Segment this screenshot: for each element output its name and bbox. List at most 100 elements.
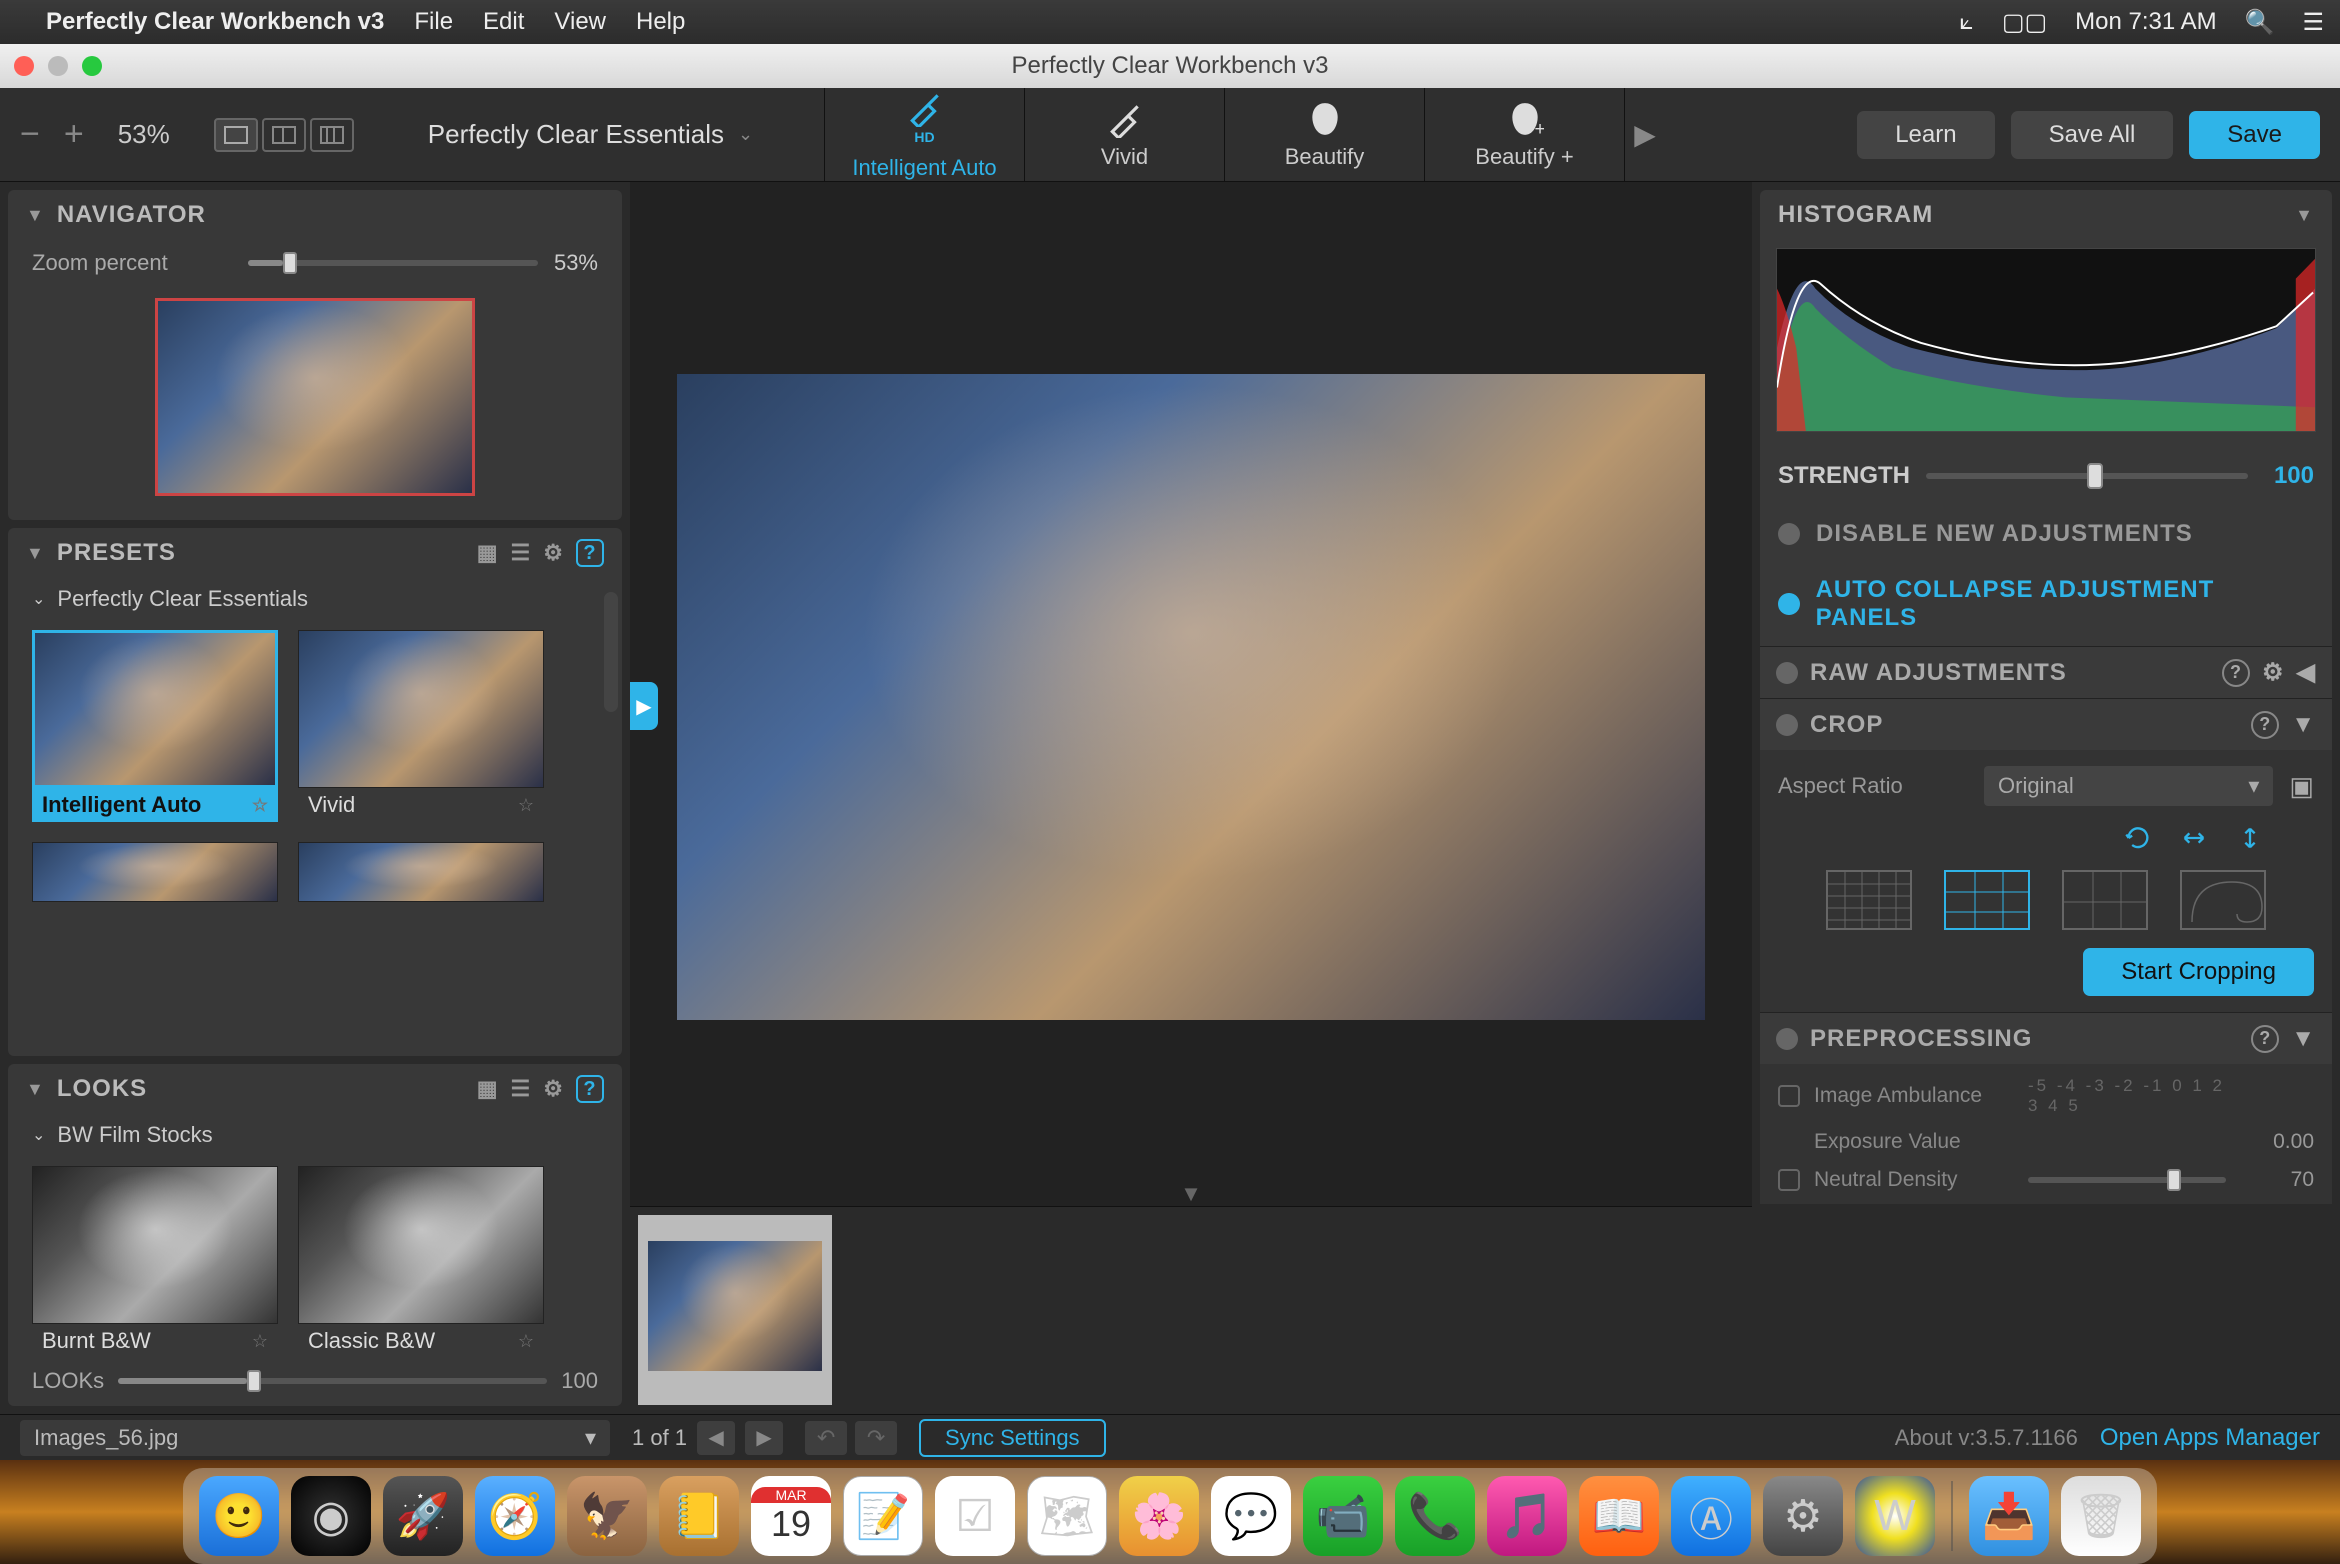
mirror-icon[interactable]: ⟀ [1959,8,1973,36]
aspect-ratio-select[interactable]: Original ▾ [1984,766,2273,806]
navigator-thumbnail[interactable] [155,298,475,496]
crop-lock-icon[interactable]: ▣ [2289,771,2314,802]
gear-icon[interactable]: ⚙ [2262,658,2285,687]
window-close-button[interactable] [14,56,34,76]
main-image-preview[interactable] [677,374,1705,1020]
disable-new-adjustments-toggle[interactable]: DISABLE NEW ADJUSTMENTS [1760,506,2332,562]
menu-view[interactable]: View [554,8,606,36]
looks-strength-slider[interactable] [118,1378,547,1384]
help-icon[interactable]: ? [576,1075,604,1103]
favorite-icon[interactable]: ☆ [252,1331,268,1352]
favorite-icon[interactable]: ☆ [518,795,534,816]
favorite-icon[interactable]: ☆ [252,795,268,816]
view-single-button[interactable] [214,118,258,152]
grid-view-icon[interactable]: ▦ [477,540,499,566]
zoom-out-button[interactable]: − [20,115,40,154]
dock-reminders-icon[interactable]: ☑ [935,1476,1015,1556]
window-minimize-button[interactable] [48,56,68,76]
flip-vertical-icon[interactable] [2236,824,2264,852]
help-icon[interactable]: ? [576,539,604,567]
dock-contacts-icon[interactable]: 📒 [659,1476,739,1556]
help-icon[interactable]: ? [2222,659,2250,687]
raw-adjustments-header[interactable]: RAW ADJUSTMENTS ? ⚙ ◀ [1760,646,2332,698]
window-maximize-button[interactable] [82,56,102,76]
spotlight-icon[interactable]: 🔍 [2245,8,2275,37]
undo-button[interactable]: ↶ [805,1421,847,1455]
collapse-icon[interactable]: ▼ [26,543,45,564]
filmstrip-thumbnail[interactable] [638,1215,832,1405]
dock-appstore-icon[interactable]: Ⓐ [1671,1476,1751,1556]
crop-grid-fine[interactable] [1826,870,1912,930]
gear-icon[interactable]: ⚙ [543,1076,564,1102]
filmstrip-toggle[interactable]: ▼ [630,1182,1752,1206]
save-button[interactable]: Save [2189,111,2320,159]
look-burnt-bw[interactable]: Burnt B&W☆ [32,1166,278,1358]
start-cropping-button[interactable]: Start Cropping [2083,948,2314,996]
dock-launchpad-icon[interactable]: 🚀 [383,1476,463,1556]
crop-grid-spiral[interactable] [2180,870,2266,930]
looks-group-header[interactable]: ⌄ BW Film Stocks [8,1114,622,1156]
menu-list-icon[interactable]: ☰ [2302,8,2324,37]
dock-maps-icon[interactable]: 🗺 [1027,1476,1107,1556]
dock-mail-icon[interactable]: 🦅 [567,1476,647,1556]
gear-icon[interactable]: ⚙ [543,540,564,566]
dock-workbench-icon[interactable]: W [1855,1476,1935,1556]
preset-item[interactable] [298,842,544,902]
displays-icon[interactable]: ▢▢ [2002,8,2047,37]
dock-ibooks-icon[interactable]: 📖 [1579,1476,1659,1556]
menubar-app-name[interactable]: Perfectly Clear Workbench v3 [46,8,384,36]
dock-safari-icon[interactable]: 🧭 [475,1476,555,1556]
tab-vivid[interactable]: Vivid [1025,88,1225,181]
collapse-icon[interactable]: ▼ [2295,205,2314,226]
scrollbar[interactable] [604,592,618,712]
preset-intelligent-auto[interactable]: Intelligent Auto☆ [32,630,278,822]
menubar-clock[interactable]: Mon 7:31 AM [2075,8,2216,36]
dock-finder-icon[interactable]: 🙂 [199,1476,279,1556]
open-apps-manager-link[interactable]: Open Apps Manager [2100,1424,2320,1452]
crop-grid-quarters[interactable] [2062,870,2148,930]
tabs-scroll-right[interactable]: ▶ [1625,88,1665,181]
dock-phone-icon[interactable]: 📞 [1395,1476,1475,1556]
dock-facetime-icon[interactable]: 📹 [1303,1476,1383,1556]
view-triple-button[interactable] [310,118,354,152]
menu-help[interactable]: Help [636,8,685,36]
prev-image-button[interactable]: ◀ [697,1421,735,1455]
preset-group-header[interactable]: ⌄ Perfectly Clear Essentials [8,578,622,620]
strength-slider[interactable] [1926,473,2248,479]
look-classic-bw[interactable]: Classic B&W☆ [298,1166,544,1358]
expand-left-panel-button[interactable]: ▶ [630,682,658,730]
tab-beautify[interactable]: Beautify [1225,88,1425,181]
favorite-icon[interactable]: ☆ [518,1331,534,1352]
dock-trash-icon[interactable]: 🗑 [2061,1476,2141,1556]
crop-grid-thirds[interactable] [1944,870,2030,930]
save-all-button[interactable]: Save All [2011,111,2174,159]
about-version[interactable]: About v:3.5.7.1166 [1895,1425,2078,1451]
dock-calendar-icon[interactable]: MAR19 [751,1476,831,1556]
view-split-button[interactable] [262,118,306,152]
tab-intelligent-auto[interactable]: HD Intelligent Auto [825,88,1025,181]
dock-photos-icon[interactable]: 🌸 [1119,1476,1199,1556]
crop-header[interactable]: CROP ? ▼ [1760,698,2332,750]
dock-notes-icon[interactable]: 📝 [843,1476,923,1556]
checkbox[interactable] [1778,1085,1800,1107]
zoom-slider[interactable] [248,260,538,266]
dock-downloads-icon[interactable]: 📥 [1969,1476,2049,1556]
auto-collapse-toggle[interactable]: AUTO COLLAPSE ADJUSTMENT PANELS [1760,562,2332,646]
preset-vivid[interactable]: Vivid☆ [298,630,544,822]
redo-button[interactable]: ↷ [855,1421,897,1455]
list-view-icon[interactable]: ☰ [511,540,532,566]
next-image-button[interactable]: ▶ [745,1421,783,1455]
preprocessing-header[interactable]: PREPROCESSING ? ▼ [1760,1012,2332,1064]
dock-preferences-icon[interactable]: ⚙ [1763,1476,1843,1556]
filename-dropdown[interactable]: Images_56.jpg ▾ [20,1420,610,1456]
preset-dropdown[interactable]: Perfectly Clear Essentials ⌄ [428,119,753,150]
neutral-density-slider[interactable] [2028,1177,2226,1183]
dock-siri-icon[interactable]: ◉ [291,1476,371,1556]
learn-button[interactable]: Learn [1857,111,1994,159]
rotate-icon[interactable] [2124,824,2152,852]
grid-view-icon[interactable]: ▦ [477,1076,499,1102]
dock-music-icon[interactable]: 🎵 [1487,1476,1567,1556]
preset-item[interactable] [32,842,278,902]
zoom-in-button[interactable]: + [64,115,84,154]
collapse-icon[interactable]: ▼ [26,1079,45,1100]
